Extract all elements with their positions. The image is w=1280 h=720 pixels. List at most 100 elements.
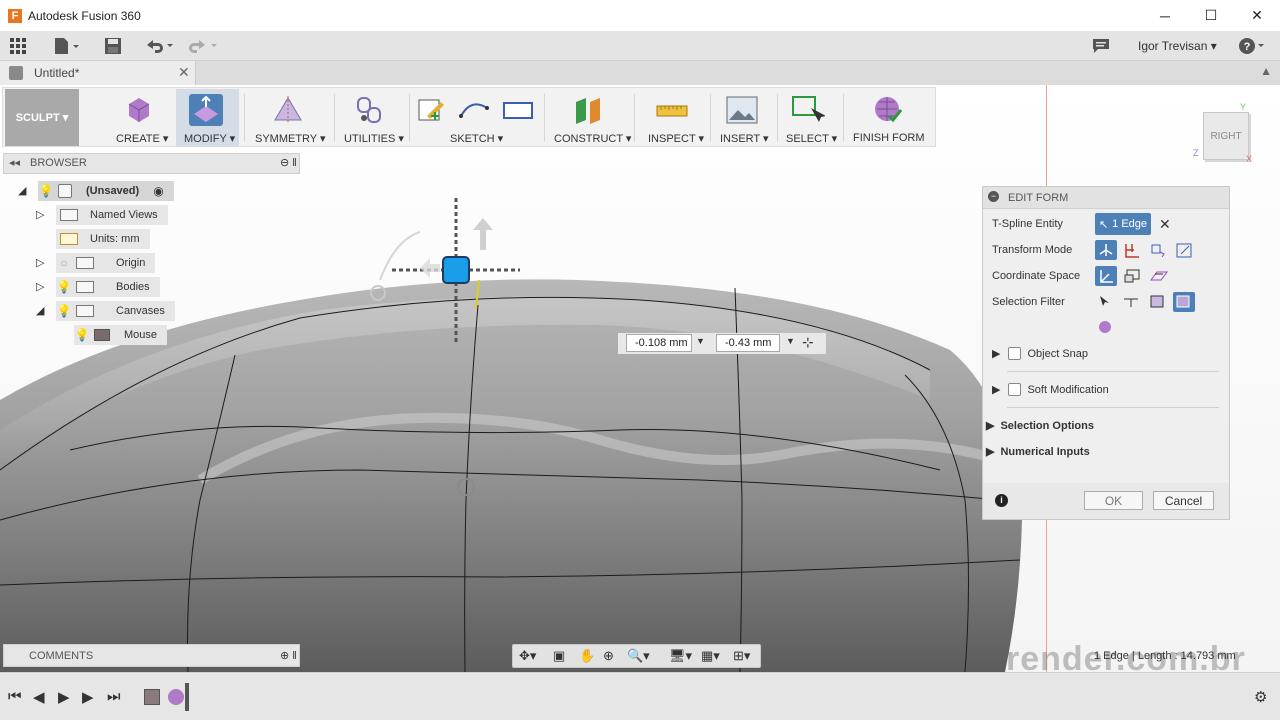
mouse-canvas-node[interactable]: 💡 Mouse — [74, 325, 168, 345]
tab-untitled[interactable]: Untitled* ✕ — [0, 61, 196, 85]
timeline-settings-gear-icon[interactable]: ⚙ — [1254, 688, 1267, 706]
vertex-filter-icon[interactable] — [1095, 292, 1117, 312]
tree-bodies[interactable]: ▷ 💡 Bodies — [36, 277, 160, 297]
tspline-entity-selection[interactable]: ↖ 1 Edge — [1095, 213, 1151, 235]
tab-overflow-icon[interactable]: ▲ — [1260, 64, 1272, 78]
activate-radio-icon[interactable]: ◉ — [153, 184, 163, 198]
visibility-bulb-icon[interactable]: 💡 — [38, 183, 54, 199]
finish-form-button[interactable]: FINISH FORM — [849, 88, 927, 146]
look-at-icon[interactable]: ▣ — [553, 648, 565, 664]
grid-settings-icon[interactable]: ▦▾ — [701, 648, 720, 664]
tree-named-views[interactable]: ▷ Named Views — [36, 205, 168, 225]
local-space-icon[interactable] — [1147, 266, 1169, 286]
distance-input-1[interactable]: -0.108 mm — [626, 334, 692, 352]
inspect-menu[interactable]: INSPECT ▾ — [641, 88, 705, 146]
tree-origin[interactable]: ▷ ○ Origin — [36, 253, 156, 273]
utilities-menu[interactable]: UTILITIES ▾ — [341, 88, 405, 146]
redo-icon[interactable] — [188, 37, 220, 55]
user-menu[interactable]: Igor Trevisan ▾ — [1138, 39, 1217, 53]
create-menu[interactable]: CREATE ▾ — [113, 88, 173, 146]
tree-canvases[interactable]: ◢ 💡 Canvases — [36, 301, 175, 321]
dropdown-arrow-icon[interactable]: ▼ — [696, 336, 705, 346]
sketch-menu[interactable]: SKETCH ▾ — [415, 88, 543, 146]
step-forward-icon[interactable]: ▶︎ — [82, 688, 94, 706]
undo-icon[interactable] — [144, 37, 176, 55]
face-filter-icon[interactable] — [1147, 292, 1169, 312]
expand-triangle-icon[interactable]: ▷ — [36, 280, 44, 293]
minimize-button[interactable]: ─ — [1142, 0, 1188, 31]
soft-modification-checkbox[interactable] — [1008, 383, 1022, 396]
edit-form-header[interactable]: − EDIT FORM — [983, 187, 1229, 209]
scale-icon[interactable] — [1173, 240, 1195, 260]
timeline-marker[interactable] — [185, 683, 189, 711]
visibility-bulb-off-icon[interactable]: ○ — [56, 255, 72, 271]
pan-icon[interactable]: ✋ — [579, 648, 595, 664]
angle-input-icon[interactable]: ⊹ — [802, 334, 814, 351]
help-icon[interactable]: ? — [1238, 37, 1266, 55]
edge-filter-icon[interactable] — [1121, 292, 1143, 312]
named-views-node[interactable]: Named Views — [56, 205, 168, 225]
view-cube[interactable]: RIGHT — [1203, 112, 1249, 160]
comment-icon[interactable] — [1092, 37, 1110, 55]
translation-icon[interactable] — [1121, 240, 1143, 260]
soft-modification-section[interactable]: ▶ Soft Modification — [992, 383, 1109, 396]
clear-selection-icon[interactable]: ✕ — [1159, 216, 1171, 233]
multi-transform-icon[interactable] — [1095, 240, 1117, 260]
display-settings-icon[interactable]: 🖥▾ — [669, 648, 692, 664]
units-node[interactable]: Units: mm — [56, 229, 150, 249]
file-menu-icon[interactable] — [53, 37, 81, 55]
object-snap-section[interactable]: ▶ Object Snap — [992, 347, 1088, 360]
maximize-button[interactable]: ☐ — [1188, 0, 1234, 31]
view-space-icon[interactable] — [1121, 266, 1143, 286]
comments-add-icon[interactable]: ⊕ ‖ — [280, 649, 297, 662]
close-window-button[interactable]: ✕ — [1234, 0, 1280, 31]
expand-triangle-icon[interactable]: ▶ — [992, 383, 1000, 396]
save-icon[interactable] — [104, 37, 122, 55]
select-menu[interactable]: SELECT ▾ — [783, 88, 839, 146]
insert-menu[interactable]: INSERT ▾ — [716, 88, 772, 146]
world-space-icon[interactable] — [1095, 266, 1117, 286]
go-to-end-icon[interactable]: ⏭ — [107, 688, 121, 705]
visibility-bulb-icon[interactable]: 💡 — [56, 303, 72, 319]
cancel-button[interactable]: Cancel — [1153, 491, 1214, 510]
expand-triangle-icon[interactable]: ▶ — [992, 347, 1000, 360]
all-filter-icon[interactable] — [1173, 292, 1195, 312]
expand-triangle-icon[interactable]: ▷ — [36, 208, 44, 221]
collapse-panel-icon[interactable]: − — [988, 191, 999, 202]
numerical-inputs-section[interactable]: ▶ Numerical Inputs — [986, 445, 1090, 459]
collapse-browser-icon[interactable]: ◂◂ — [9, 156, 20, 169]
tree-units[interactable]: Units: mm — [56, 229, 150, 249]
browser-minimize-icon[interactable]: ⊖ ‖ — [280, 156, 297, 169]
go-to-start-icon[interactable]: ⏮ — [8, 688, 22, 705]
timeline-form-feature-icon[interactable] — [168, 689, 184, 705]
collapse-triangle-icon[interactable]: ◢ — [18, 184, 26, 197]
collapse-triangle-icon[interactable]: ◢ — [36, 304, 44, 317]
ok-button[interactable]: OK — [1084, 491, 1143, 510]
orbit-icon[interactable]: ✥▾ — [519, 648, 536, 664]
comments-panel[interactable]: COMMENTS ⊕ ‖ — [3, 644, 300, 667]
dropdown-arrow-icon[interactable]: ▼ — [786, 336, 795, 346]
close-tab-icon[interactable]: ✕ — [178, 64, 190, 81]
play-icon[interactable]: ▶ — [58, 688, 70, 706]
tree-root[interactable]: ◢ 💡 (Unsaved) ◉ — [18, 181, 174, 201]
tree-mouse-canvas[interactable]: 💡 Mouse — [74, 325, 168, 345]
distance-input-2[interactable]: -0.43 mm — [716, 334, 780, 352]
step-back-icon[interactable]: ◀︎ — [33, 688, 45, 706]
canvases-node[interactable]: 💡 Canvases — [56, 301, 175, 321]
visibility-bulb-icon[interactable]: 💡 — [56, 279, 72, 295]
selection-options-section[interactable]: ▶ Selection Options — [986, 419, 1094, 433]
symmetry-menu[interactable]: SYMMETRY ▾ — [251, 88, 326, 146]
expand-triangle-icon[interactable]: ▶ — [986, 419, 994, 432]
origin-node[interactable]: ○ Origin — [56, 253, 156, 273]
visibility-bulb-icon[interactable]: 💡 — [74, 327, 90, 343]
rotation-icon[interactable] — [1147, 240, 1169, 260]
object-snap-checkbox[interactable] — [1008, 347, 1022, 360]
modify-menu[interactable]: MODIFY ▾ — [179, 88, 239, 146]
data-panel-grid-icon[interactable] — [9, 37, 27, 55]
zoom-icon[interactable]: ⊕ — [603, 648, 614, 664]
browser-header[interactable]: ◂◂ BROWSER ⊖ ‖ — [3, 153, 300, 174]
viewports-icon[interactable]: ⊞▾ — [733, 648, 750, 664]
workspace-switcher[interactable]: SCULPT ▾ — [5, 89, 79, 146]
bodies-node[interactable]: 💡 Bodies — [56, 277, 160, 297]
expand-triangle-icon[interactable]: ▷ — [36, 256, 44, 269]
